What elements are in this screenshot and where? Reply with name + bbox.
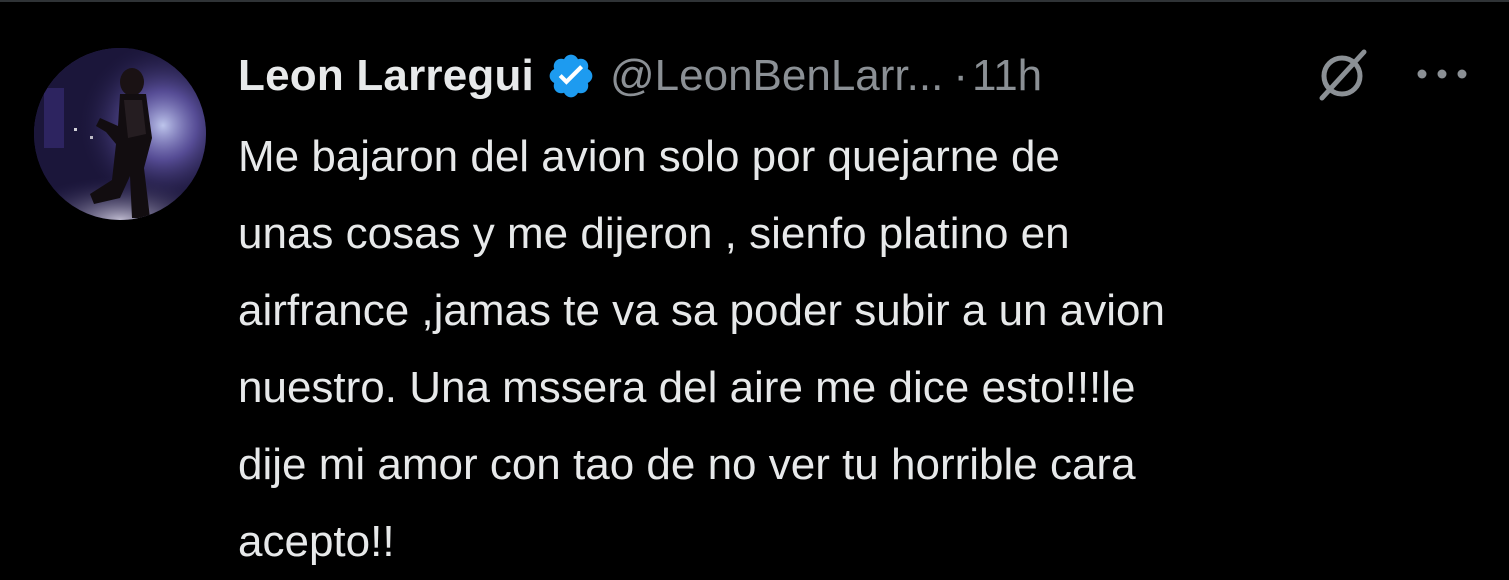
tweet-text-line: airfrance ,jamas te va sa poder subir a … bbox=[238, 286, 1165, 335]
concert-performer-avatar-image bbox=[34, 48, 206, 220]
tweet-text-line: unas cosas y me dijeron , sienfo platino… bbox=[238, 209, 1070, 258]
grok-icon[interactable] bbox=[1312, 44, 1372, 104]
tweet-timestamp[interactable]: 11h bbox=[972, 51, 1042, 101]
tweet-text-line: nuestro. Una mssera del aire me dice est… bbox=[238, 363, 1136, 412]
more-options-icon[interactable] bbox=[1412, 56, 1472, 92]
tweet-header: Leon Larregui @LeonBenLarr... · 11h bbox=[238, 46, 1488, 106]
header-separator: · bbox=[953, 51, 968, 100]
tweet[interactable]: Leon Larregui @LeonBenLarr... · 11h Me b… bbox=[0, 0, 1509, 576]
tweet-text-line: dije mi amor con tao de no ver tu horrib… bbox=[238, 440, 1136, 489]
avatar[interactable] bbox=[34, 48, 206, 220]
author-handle[interactable]: @LeonBenLarr... bbox=[610, 51, 943, 101]
verified-badge-icon[interactable] bbox=[546, 51, 596, 101]
tweet-text-line: acepto!! bbox=[238, 517, 395, 566]
author-display-name[interactable]: Leon Larregui bbox=[238, 51, 534, 101]
tweet-text: Me bajaron del avion solo por quejarne d… bbox=[238, 118, 1488, 580]
tweet-text-line: Me bajaron del avion solo por quejarne d… bbox=[238, 132, 1060, 181]
